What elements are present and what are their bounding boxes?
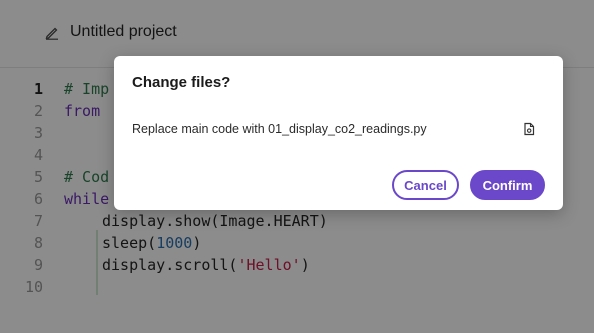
cancel-button[interactable]: Cancel bbox=[392, 170, 459, 200]
file-icon bbox=[524, 122, 535, 136]
dialog-title: Change files? bbox=[132, 74, 231, 91]
dialog-message: Replace main code with 01_display_co2_re… bbox=[132, 122, 427, 136]
change-files-dialog: Change files? Replace main code with 01_… bbox=[114, 56, 563, 210]
confirm-button[interactable]: Confirm bbox=[470, 170, 545, 200]
